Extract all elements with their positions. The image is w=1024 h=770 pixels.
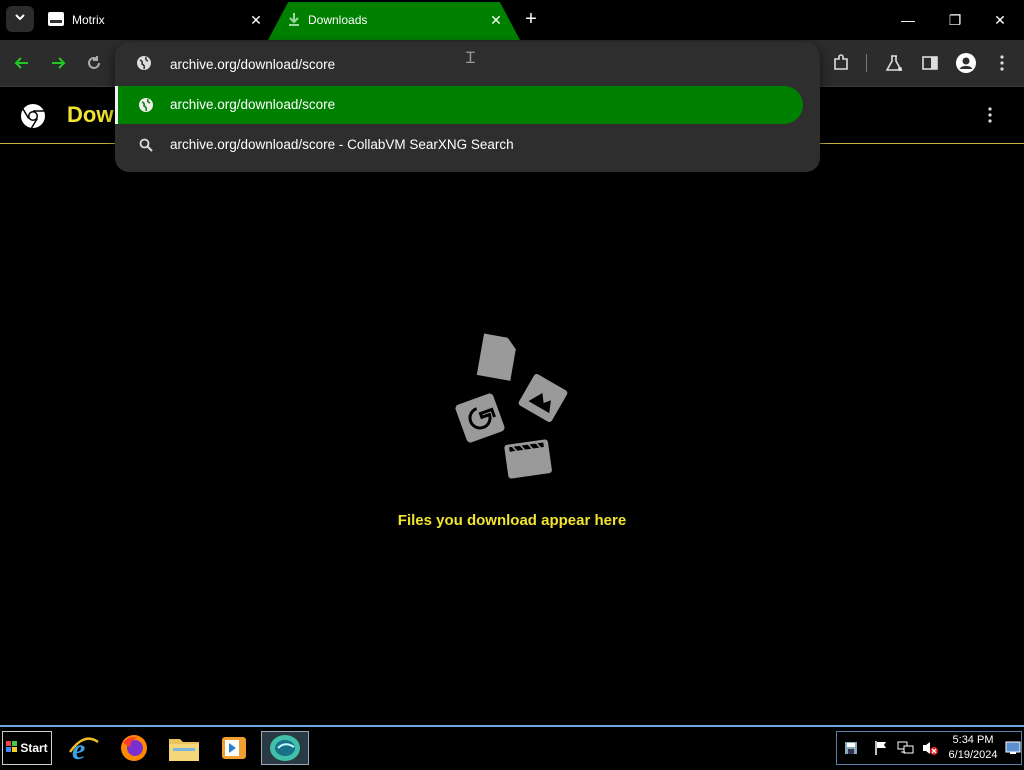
minimize-button[interactable]: — [886, 8, 930, 32]
text-cursor-icon: Ɪ [466, 50, 475, 67]
profile-button[interactable] [954, 51, 978, 75]
vertical-dots-icon [1000, 55, 1004, 71]
windows-logo-icon [6, 740, 18, 756]
avatar-icon [956, 53, 976, 73]
puzzle-icon [834, 54, 848, 70]
taskbar: Start e 5:34 PM 6/19/2024 [0, 725, 1024, 770]
vertical-dots-icon [988, 107, 992, 123]
flask-icon [885, 55, 903, 71]
tab-motrix[interactable]: Motrix ✕ [40, 4, 268, 36]
chevron-down-icon [14, 10, 26, 28]
close-window-button[interactable]: ✕ [978, 8, 1022, 32]
tab-title: Motrix [72, 13, 105, 27]
firefox-taskbar-icon[interactable] [116, 731, 152, 765]
close-tab-icon[interactable]: ✕ [244, 12, 268, 29]
side-panel-button[interactable] [918, 51, 942, 75]
forward-arrow-icon [52, 57, 66, 69]
volume-muted-icon[interactable] [921, 740, 939, 761]
file-explorer-taskbar-icon[interactable] [166, 731, 202, 765]
tab-title: Downloads [308, 13, 368, 27]
suggestion-item[interactable]: archive.org/download/score - CollabVM Se… [118, 126, 803, 164]
labs-button[interactable] [882, 51, 906, 75]
side-panel-icon [922, 56, 938, 70]
tab-downloads[interactable]: Downloads ✕ [268, 4, 520, 36]
clock-time: 5:34 PM [952, 734, 994, 746]
page-menu-button[interactable] [980, 104, 1000, 126]
back-button[interactable] [10, 51, 34, 75]
show-desktop-icon[interactable] [1005, 741, 1021, 760]
tab-search-button[interactable] [6, 6, 34, 32]
empty-downloads-illustration [448, 330, 578, 485]
media-player-taskbar-icon[interactable] [216, 731, 252, 765]
toolbar-divider [866, 54, 867, 72]
page-title: Dowi [67, 102, 120, 127]
extensions-button[interactable] [829, 51, 853, 75]
suggestion-item[interactable]: archive.org/download/score [118, 86, 803, 124]
reload-icon [88, 56, 100, 69]
empty-state-message: Files you download appear here [397, 512, 627, 529]
search-icon [138, 137, 154, 153]
internet-explorer-taskbar-icon[interactable]: e [66, 731, 102, 765]
start-label: Start [20, 741, 48, 755]
network-icon[interactable] [897, 740, 915, 761]
restore-button[interactable]: ❐ [933, 8, 977, 32]
globe-icon [136, 55, 152, 71]
tab-strip: Motrix ✕ Downloads ✕ + — ❐ ✕ [0, 0, 1024, 40]
forward-button[interactable] [46, 51, 70, 75]
suggestion-text: archive.org/download/score - CollabVM Se… [170, 137, 514, 152]
browser-menu-button[interactable] [990, 51, 1014, 75]
globe-icon [138, 97, 154, 113]
motrix-favicon-icon [48, 11, 64, 29]
motrix-taskbar-icon[interactable] [261, 731, 309, 765]
action-center-flag-icon[interactable] [873, 740, 889, 761]
chrome-logo-icon [20, 103, 46, 129]
save-icon[interactable] [844, 741, 858, 760]
close-tab-icon[interactable]: ✕ [484, 12, 508, 29]
suggestion-text: archive.org/download/score [170, 97, 336, 112]
taskbar-clock[interactable]: 5:34 PM 6/19/2024 [942, 733, 1004, 763]
download-favicon-icon [288, 12, 300, 29]
new-tab-button[interactable]: + [520, 8, 542, 30]
reload-button[interactable] [82, 51, 106, 75]
start-button[interactable]: Start [2, 731, 52, 765]
clock-date: 6/19/2024 [948, 749, 998, 761]
back-arrow-icon [14, 57, 28, 69]
